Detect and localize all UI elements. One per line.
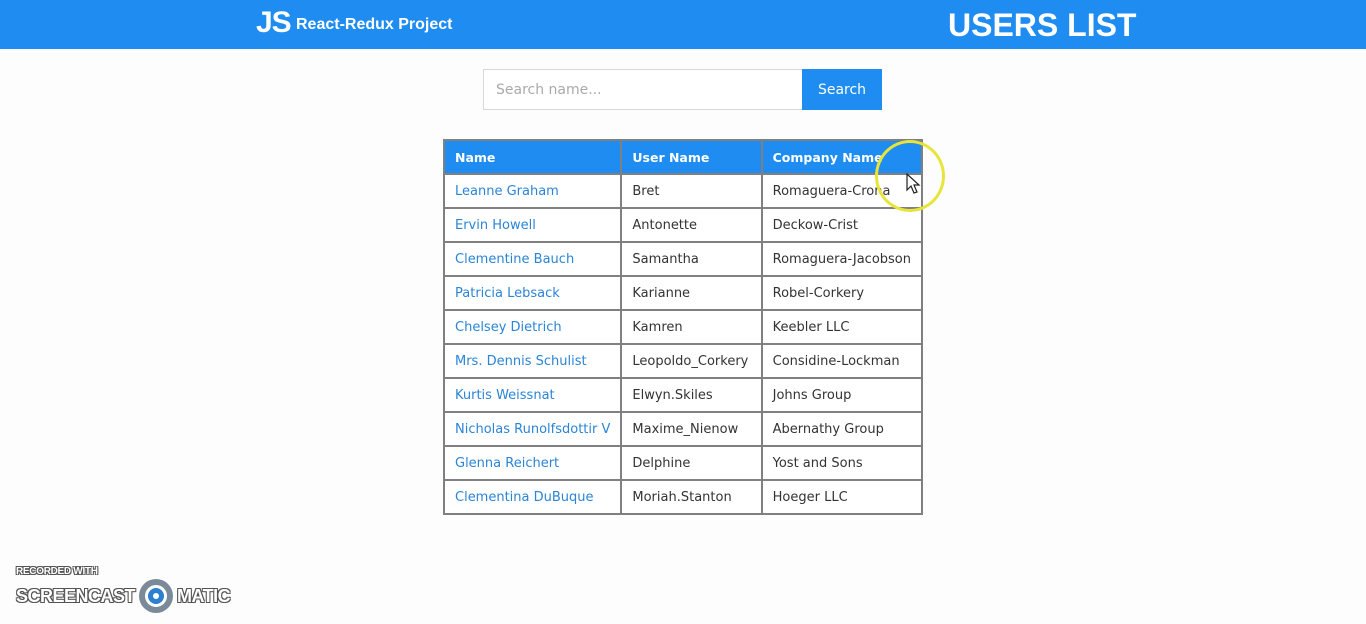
screencast-logo-icon bbox=[139, 579, 174, 613]
users-table: Name User Name Company Name Leanne Graha… bbox=[442, 139, 924, 515]
company-cell: Yost and Sons bbox=[760, 445, 924, 481]
table-row: Clementine Bauch Samantha Romaguera-Jaco… bbox=[442, 241, 924, 277]
user-name-link[interactable]: Nicholas Runolfsdottir V bbox=[442, 411, 623, 447]
company-cell: Romaguera-Jacobson bbox=[760, 241, 924, 277]
username-cell: Elwyn.Skiles bbox=[620, 377, 763, 413]
project-title[interactable]: React-Redux Project bbox=[296, 16, 453, 34]
search-input[interactable] bbox=[483, 69, 803, 110]
watermark-left-word: SCREENCAST bbox=[16, 585, 136, 606]
table-row: Chelsey Dietrich Kamren Keebler LLC bbox=[442, 309, 924, 345]
company-cell: Johns Group bbox=[760, 377, 924, 413]
username-cell: Karianne bbox=[620, 275, 763, 311]
table-row: Kurtis Weissnat Elwyn.Skiles Johns Group bbox=[442, 377, 924, 413]
user-name-link[interactable]: Chelsey Dietrich bbox=[442, 309, 623, 345]
js-logo[interactable]: JS bbox=[256, 6, 292, 40]
company-cell: Hoeger LLC bbox=[760, 479, 924, 515]
table-row: Ervin Howell Antonette Deckow-Crist bbox=[442, 207, 924, 243]
username-cell: Delphine bbox=[620, 445, 763, 481]
user-name-link[interactable]: Kurtis Weissnat bbox=[442, 377, 623, 413]
user-name-link[interactable]: Patricia Lebsack bbox=[442, 275, 623, 311]
username-cell: Samantha bbox=[620, 241, 763, 277]
table-row: Clementina DuBuque Moriah.Stanton Hoeger… bbox=[442, 479, 924, 515]
search-button[interactable]: Search bbox=[802, 69, 882, 110]
user-name-link[interactable]: Clementina DuBuque bbox=[442, 479, 623, 515]
company-cell: Robel-Corkery bbox=[760, 275, 924, 311]
table-row: Glenna Reichert Delphine Yost and Sons bbox=[442, 445, 924, 481]
watermark-recorded-text: RECORDED WITH bbox=[16, 566, 98, 577]
company-cell: Considine-Lockman bbox=[760, 343, 924, 379]
watermark-right-word: MATIC bbox=[177, 585, 231, 606]
username-cell: Bret bbox=[620, 173, 763, 209]
table-row: Mrs. Dennis Schulist Leopoldo_Corkery Co… bbox=[442, 343, 924, 379]
table-row: Patricia Lebsack Karianne Robel-Corkery bbox=[442, 275, 924, 311]
username-cell: Leopoldo_Corkery bbox=[620, 343, 763, 379]
table-row: Nicholas Runolfsdottir V Maxime_Nienow A… bbox=[442, 411, 924, 447]
table-row: Leanne Graham Bret Romaguera-Crona bbox=[442, 173, 924, 209]
username-cell: Antonette bbox=[620, 207, 763, 243]
table-header-row: Name User Name Company Name bbox=[442, 139, 924, 175]
screencast-watermark: RECORDED WITH SCREENCAST MATIC bbox=[16, 566, 231, 613]
column-header-username: User Name bbox=[620, 139, 763, 175]
company-cell: Deckow-Crist bbox=[760, 207, 924, 243]
username-cell: Maxime_Nienow bbox=[620, 411, 763, 447]
column-header-name: Name bbox=[442, 139, 623, 175]
user-name-link[interactable]: Leanne Graham bbox=[442, 173, 623, 209]
page-title: USERS LIST bbox=[948, 7, 1137, 43]
user-name-link[interactable]: Ervin Howell bbox=[442, 207, 623, 243]
username-cell: Kamren bbox=[620, 309, 763, 345]
user-name-link[interactable]: Mrs. Dennis Schulist bbox=[442, 343, 623, 379]
company-cell: Keebler LLC bbox=[760, 309, 924, 345]
user-name-link[interactable]: Glenna Reichert bbox=[442, 445, 623, 481]
mouse-pointer-icon bbox=[906, 173, 921, 194]
company-cell: Abernathy Group bbox=[760, 411, 924, 447]
top-navbar: JS React-Redux Project USERS LIST bbox=[0, 0, 1366, 49]
username-cell: Moriah.Stanton bbox=[620, 479, 763, 515]
user-name-link[interactable]: Clementine Bauch bbox=[442, 241, 623, 277]
